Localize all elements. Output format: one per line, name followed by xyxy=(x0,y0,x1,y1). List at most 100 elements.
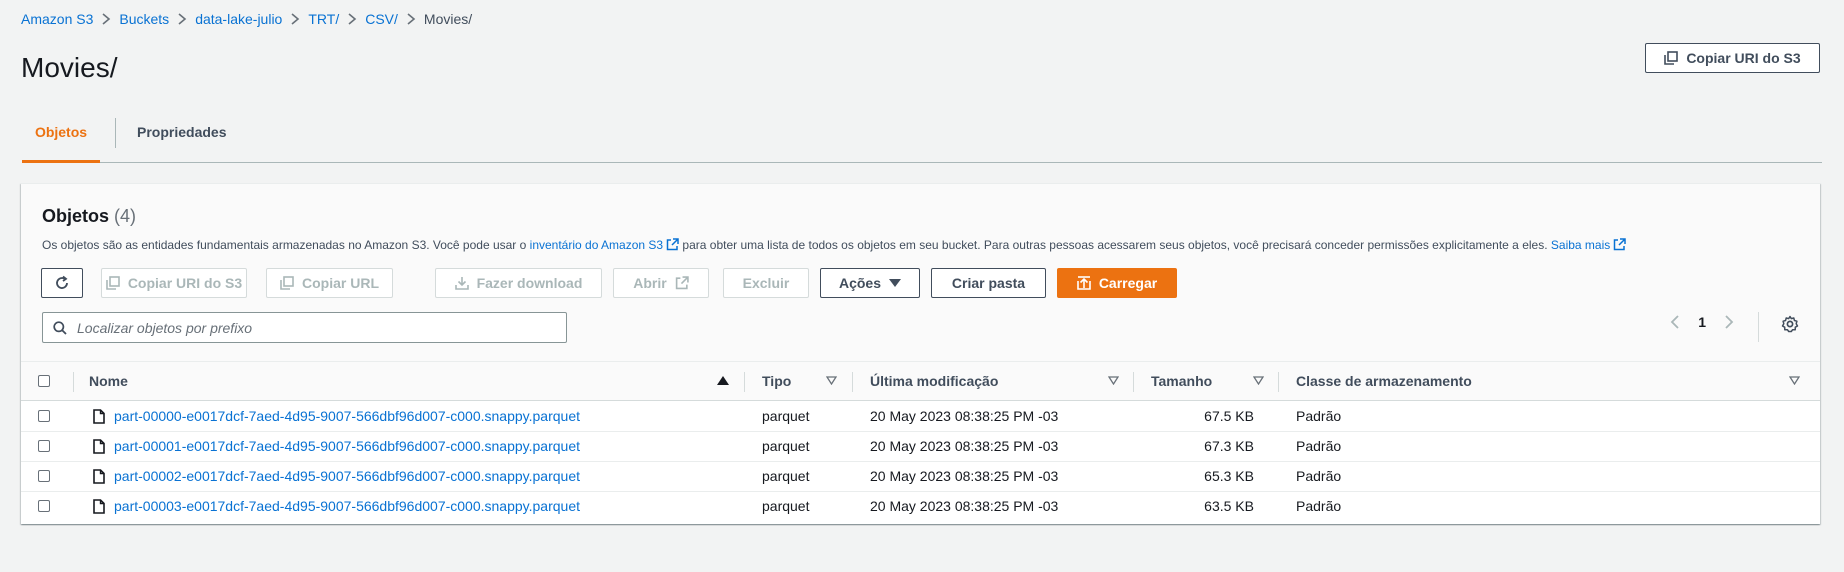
select-all-checkbox[interactable] xyxy=(38,375,50,387)
column-header-modified[interactable]: Última modificação xyxy=(870,362,998,400)
column-header-type[interactable]: Tipo xyxy=(762,362,791,400)
button-label: Copiar URI do S3 xyxy=(127,275,243,291)
object-name-link[interactable]: part-00002-e0017dcf-7aed-4d95-9007-566db… xyxy=(114,461,580,491)
gear-icon[interactable] xyxy=(1781,315,1799,333)
copy-url-button[interactable]: Copiar URL xyxy=(266,268,393,298)
copy-icon xyxy=(106,276,120,290)
button-label: Abrir xyxy=(633,275,667,291)
button-label: Excluir xyxy=(742,275,790,291)
tab-label: Objetos xyxy=(34,124,88,140)
column-divider xyxy=(1278,372,1279,392)
breadcrumb-csv[interactable]: CSV/ xyxy=(365,11,398,27)
object-modified: 20 May 2023 08:38:25 PM -03 xyxy=(870,498,1059,514)
column-header-size[interactable]: Tamanho xyxy=(1151,362,1212,400)
table-header: Nome Tipo Última modificação Tamanho Cla… xyxy=(21,362,1820,401)
copy-s3-uri-button[interactable]: Copiar URI do S3 xyxy=(1645,43,1820,73)
object-storage-class: Padrão xyxy=(1296,438,1342,454)
column-header-name[interactable]: Nome xyxy=(89,362,128,400)
chevron-right-icon xyxy=(93,13,119,25)
breadcrumb-buckets[interactable]: Buckets xyxy=(119,11,169,27)
tab-divider xyxy=(115,118,116,148)
object-modified: 20 May 2023 08:38:25 PM -03 xyxy=(870,408,1059,424)
tab-label: Propriedades xyxy=(137,124,227,140)
breadcrumb-amazon-s3[interactable]: Amazon S3 xyxy=(21,11,93,27)
inventory-link[interactable]: inventário do Amazon S3 xyxy=(530,238,663,252)
tab-propriedades[interactable]: Propriedades xyxy=(137,110,226,162)
column-divider xyxy=(1133,372,1134,392)
table-row[interactable]: part-00002-e0017dcf-7aed-4d95-9007-566db… xyxy=(21,461,1820,492)
row-checkbox[interactable] xyxy=(38,440,50,452)
object-type: parquet xyxy=(762,468,810,484)
breadcrumb: Amazon S3 Buckets data-lake-julio TRT/ C… xyxy=(21,8,472,30)
table-row[interactable]: part-00003-e0017dcf-7aed-4d95-9007-566db… xyxy=(21,491,1820,521)
desc-text: para obter uma lista de todos os objetos… xyxy=(682,238,1548,252)
upload-icon xyxy=(1077,276,1091,290)
column-divider xyxy=(744,372,745,392)
chevron-left-icon[interactable] xyxy=(1670,314,1680,330)
column-divider xyxy=(73,372,74,392)
table-row[interactable]: part-00000-e0017dcf-7aed-4d95-9007-566db… xyxy=(21,401,1820,432)
pagination: 1 xyxy=(1670,314,1734,330)
objects-panel: Objetos (4) Os objetos são as entidades … xyxy=(21,183,1820,524)
object-name-link[interactable]: part-00001-e0017dcf-7aed-4d95-9007-566db… xyxy=(114,431,580,461)
chevron-right-icon xyxy=(398,13,424,25)
external-link-icon xyxy=(675,276,689,290)
objects-count: (4) xyxy=(114,206,137,226)
search-box[interactable] xyxy=(42,312,567,343)
file-icon xyxy=(93,431,105,461)
sort-icon[interactable] xyxy=(826,376,837,385)
object-storage-class: Padrão xyxy=(1296,468,1342,484)
desc-text: Os objetos são as entidades fundamentais… xyxy=(42,238,527,252)
external-link-icon xyxy=(666,238,679,251)
select-all-checkbox-cell[interactable] xyxy=(38,362,50,400)
page-number[interactable]: 1 xyxy=(1698,314,1706,330)
objects-title: Objetos (4) xyxy=(42,206,136,227)
row-checkbox[interactable] xyxy=(38,410,50,422)
objects-description: Os objetos são as entidades fundamentais… xyxy=(42,238,1627,252)
page-title: Movies/ xyxy=(21,52,118,83)
object-size: 65.3 KB xyxy=(1204,468,1254,484)
object-type: parquet xyxy=(762,498,810,514)
external-link-icon xyxy=(1614,238,1627,251)
sort-ascending-icon[interactable] xyxy=(717,376,729,385)
delete-button[interactable]: Excluir xyxy=(723,268,809,298)
upload-button[interactable]: Carregar xyxy=(1057,268,1177,298)
column-header-storage-class[interactable]: Classe de armazenamento xyxy=(1296,362,1472,400)
chevron-right-icon[interactable] xyxy=(1724,314,1734,330)
object-size: 67.3 KB xyxy=(1204,438,1254,454)
object-size: 63.5 KB xyxy=(1204,498,1254,514)
breadcrumb-trt[interactable]: TRT/ xyxy=(308,11,339,27)
objects-title-text: Objetos xyxy=(42,206,110,226)
objects-panel-header: Objetos (4) Os objetos são as entidades … xyxy=(21,184,1820,362)
sort-icon[interactable] xyxy=(1253,376,1264,385)
sort-icon[interactable] xyxy=(1789,376,1800,385)
row-checkbox[interactable] xyxy=(38,470,50,482)
table-row[interactable]: part-00001-e0017dcf-7aed-4d95-9007-566db… xyxy=(21,431,1820,462)
search-input[interactable] xyxy=(75,318,539,337)
object-type: parquet xyxy=(762,438,810,454)
chevron-right-icon xyxy=(339,13,365,25)
button-label: Copiar URL xyxy=(302,275,379,291)
copy-s3-uri-toolbar-button[interactable]: Copiar URI do S3 xyxy=(101,268,247,298)
learn-more-link[interactable]: Saiba mais xyxy=(1551,238,1610,252)
sort-icon[interactable] xyxy=(1108,376,1119,385)
open-button[interactable]: Abrir xyxy=(613,268,709,298)
download-icon xyxy=(454,277,469,290)
row-checkbox[interactable] xyxy=(38,500,50,512)
object-storage-class: Padrão xyxy=(1296,498,1342,514)
tab-objetos[interactable]: Objetos xyxy=(22,110,100,163)
breadcrumb-current: Movies/ xyxy=(423,11,473,27)
breadcrumb-bucket[interactable]: data-lake-julio xyxy=(195,11,282,27)
create-folder-button[interactable]: Criar pasta xyxy=(931,268,1046,298)
divider xyxy=(1758,312,1759,342)
actions-dropdown[interactable]: Ações xyxy=(820,268,920,298)
button-label: Carregar xyxy=(1098,275,1158,291)
object-name-link[interactable]: part-00000-e0017dcf-7aed-4d95-9007-566db… xyxy=(114,401,580,431)
button-label: Ações xyxy=(838,275,882,291)
download-button[interactable]: Fazer download xyxy=(435,268,602,298)
refresh-button[interactable] xyxy=(41,268,83,298)
copy-s3-uri-label: Copiar URI do S3 xyxy=(1686,50,1801,66)
object-size: 67.5 KB xyxy=(1204,408,1254,424)
object-name-link[interactable]: part-00003-e0017dcf-7aed-4d95-9007-566db… xyxy=(114,491,580,521)
chevron-right-icon xyxy=(169,13,195,25)
